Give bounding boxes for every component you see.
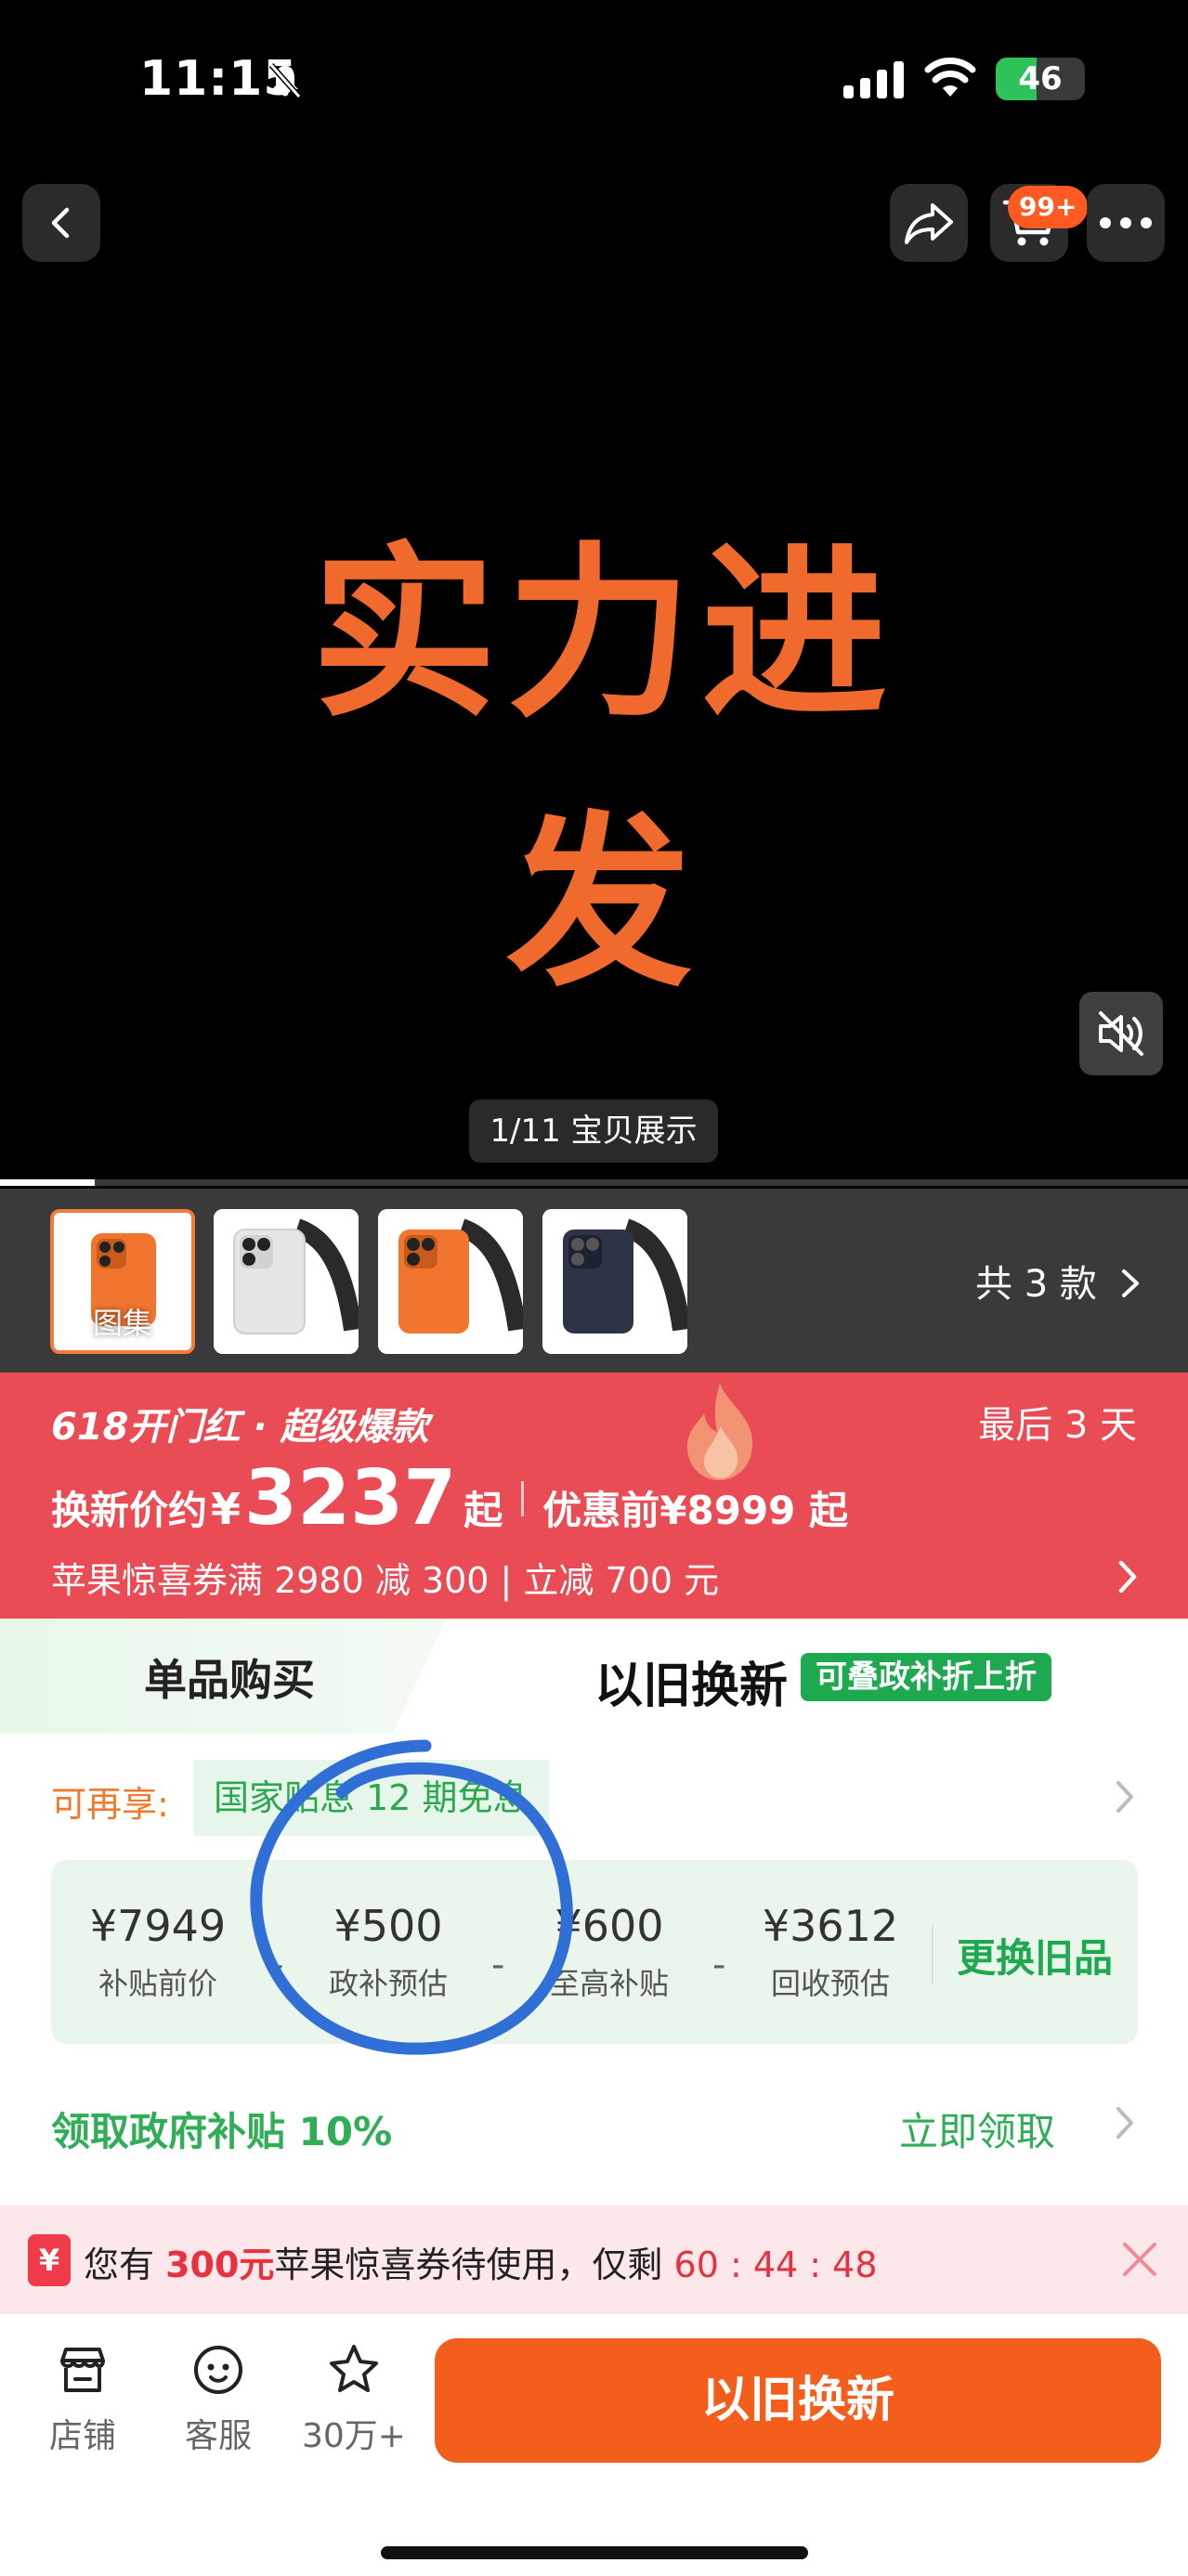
video-progress-fill bbox=[0, 1179, 96, 1186]
tab-trade-in[interactable]: 以旧换新 bbox=[594, 1646, 788, 1716]
price-label: 换新价约 bbox=[51, 1488, 208, 1533]
subsidy-label: 补贴前价 bbox=[98, 1966, 217, 2001]
promo-event-title: 618开门红 · 超级爆款 bbox=[51, 1406, 429, 1449]
wifi-icon bbox=[924, 58, 976, 97]
price-divider bbox=[521, 1480, 525, 1516]
share-icon bbox=[905, 203, 953, 244]
purchase-mode-tabs: 单品购买 以旧换新 可叠政补折上折 bbox=[0, 1619, 1188, 1734]
nav-customer-service[interactable]: 客服 bbox=[158, 2342, 279, 2457]
variant-thumbnail-strip: 图集 共 3 款 bbox=[0, 1189, 1188, 1373]
gov-subsidy-label: 领取政府补贴 10% bbox=[51, 2109, 393, 2154]
more-button[interactable] bbox=[1087, 184, 1165, 262]
price-suffix: 起 bbox=[463, 1488, 503, 1533]
tab-single-purchase-label[interactable]: 单品购买 bbox=[144, 1646, 315, 1708]
chevron-right-icon[interactable] bbox=[1113, 1778, 1137, 1815]
trade-in-badge: 可叠政补折上折 bbox=[801, 1653, 1051, 1701]
coupon-amount: 300元 bbox=[165, 2244, 275, 2285]
bell-muted-icon bbox=[268, 63, 302, 98]
customer-service-icon bbox=[194, 2346, 242, 2394]
battery-indicator: 46 bbox=[996, 58, 1085, 100]
nav-favorite-count: 30万+ bbox=[302, 2417, 406, 2455]
bottom-action-bar: 店铺 客服 30万+ 以旧换新 bbox=[0, 2314, 1188, 2576]
thumbnail-orange[interactable] bbox=[378, 1209, 523, 1354]
promo-coupon-line: 苹果惊喜券满 2980 减 300 | 立减 700 元 bbox=[51, 1560, 720, 1601]
coupon-reminder-text: 您有 300元苹果惊喜券待使用，仅剩 60 : 44 : 48 bbox=[84, 2236, 878, 2287]
trade-in-price: 3237 bbox=[244, 1454, 457, 1542]
cellular-signal-icon bbox=[843, 61, 904, 98]
nav-store[interactable]: 店铺 bbox=[22, 2342, 143, 2457]
phone-thumbnail-image bbox=[378, 1209, 523, 1354]
phone-thumbnail-image bbox=[542, 1209, 687, 1354]
variant-count-text: 共 3 款 bbox=[975, 1263, 1097, 1306]
back-button[interactable] bbox=[22, 184, 100, 262]
subsidy-item-before: ¥7949 补贴前价 bbox=[60, 1901, 255, 2003]
price-currency: ¥ bbox=[211, 1484, 242, 1534]
chevron-left-icon bbox=[51, 207, 70, 239]
coupon-text-middle: 苹果惊喜券待使用，仅剩 bbox=[274, 2244, 674, 2285]
nav-service-label: 客服 bbox=[184, 2417, 252, 2455]
promo-banner[interactable]: 618开门红 · 超级爆款 最后 3 天 换新价约 ¥ 3237 起 优惠前¥8… bbox=[0, 1373, 1188, 1619]
subsidy-label: 回收预估 bbox=[770, 1966, 890, 2001]
star-icon bbox=[330, 2345, 378, 2392]
battery-text: 46 bbox=[1018, 60, 1063, 98]
cart-count-badge: 99+ bbox=[1008, 186, 1089, 228]
divider bbox=[932, 1925, 933, 1984]
nav-favorite[interactable]: 30万+ bbox=[294, 2342, 414, 2457]
minus-sign: - bbox=[712, 1944, 726, 1986]
subsidy-value: ¥3612 bbox=[762, 1901, 899, 1951]
coupon-time-left: 60 : 44 : 48 bbox=[673, 2244, 878, 2285]
original-price: 优惠前¥8999 起 bbox=[542, 1488, 849, 1533]
phone-thumbnail-image bbox=[214, 1209, 359, 1354]
trade-in-cta-button[interactable]: 以旧换新 bbox=[435, 2338, 1161, 2463]
subsidy-item-recycle: ¥3612 回收预估 bbox=[733, 1901, 928, 2003]
coupon-reminder-banner[interactable]: ¥ 您有 300元苹果惊喜券待使用，仅剩 60 : 44 : 48 bbox=[0, 2205, 1188, 2314]
coupon-icon: ¥ bbox=[28, 2234, 71, 2286]
share-button[interactable] bbox=[890, 184, 968, 262]
subsidy-breakdown-card[interactable]: ¥7949 补贴前价 - ¥500 政补预估 - ¥600 至高补贴 - ¥36… bbox=[51, 1860, 1138, 2044]
claim-now-link[interactable]: 立即领取 bbox=[899, 2101, 1055, 2157]
media-pager: 1/11 宝贝展示 bbox=[469, 1099, 718, 1163]
coupon-text-prefix: 您有 bbox=[84, 2244, 166, 2285]
thumbnail-label: 图集 bbox=[92, 1306, 152, 1341]
nav-store-label: 店铺 bbox=[48, 2417, 116, 2455]
thumbnail-silver[interactable] bbox=[214, 1209, 359, 1354]
thumbnail-gallery[interactable]: 图集 bbox=[50, 1209, 195, 1354]
speaker-muted-icon bbox=[1099, 1011, 1143, 1056]
replace-old-device-button[interactable]: 更换旧品 bbox=[957, 1927, 1113, 1984]
close-icon[interactable] bbox=[1117, 2237, 1162, 2282]
variant-count-link[interactable]: 共 3 款 bbox=[975, 1254, 1142, 1308]
chevron-right-icon[interactable] bbox=[1113, 2104, 1137, 2141]
video-progress-track[interactable] bbox=[0, 1179, 1188, 1186]
store-icon bbox=[60, 2348, 105, 2392]
more-dots-icon bbox=[1100, 217, 1152, 228]
chevron-right-icon[interactable] bbox=[1116, 1558, 1140, 1595]
home-indicator bbox=[381, 2546, 808, 2559]
mute-button[interactable] bbox=[1079, 992, 1163, 1075]
hero-title: 实力进发 bbox=[310, 527, 896, 1012]
reenjoy-label: 可再享: bbox=[51, 1784, 169, 1825]
subsidy-value: ¥7949 bbox=[89, 1901, 227, 1951]
trade-in-price-row: 换新价约 ¥ 3237 起 优惠前¥8999 起 bbox=[51, 1454, 848, 1542]
annotation-circle-mark bbox=[250, 1739, 573, 2055]
product-media-hero[interactable]: 11:15 46 99+ 实力进发 1/11 宝贝展示 bbox=[0, 0, 1188, 1189]
chevron-right-icon bbox=[1121, 1269, 1139, 1297]
thumbnail-navy[interactable] bbox=[542, 1209, 687, 1354]
promo-countdown: 最后 3 天 bbox=[978, 1404, 1137, 1447]
